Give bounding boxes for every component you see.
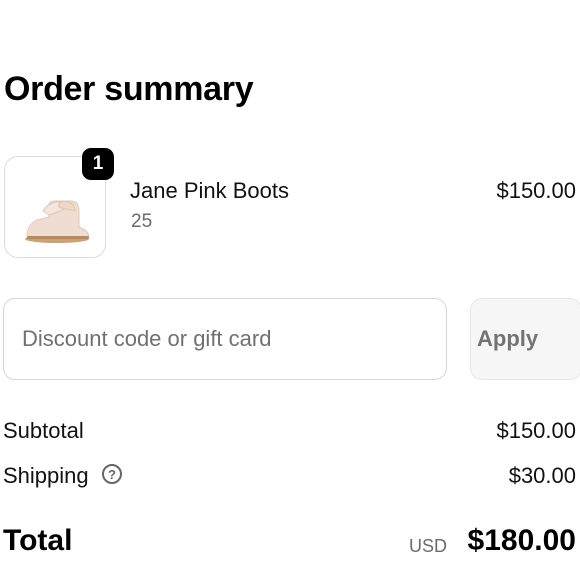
product-name: Jane Pink Boots — [130, 178, 289, 203]
total-value: $180.00 — [467, 524, 576, 557]
apply-discount-button[interactable]: Apply — [470, 298, 580, 380]
subtotal-value: $150.00 — [496, 418, 576, 443]
discount-code-input[interactable] — [3, 298, 447, 380]
product-price: $150.00 — [496, 178, 576, 203]
shipping-value: $30.00 — [508, 463, 576, 488]
subtotal-label: Subtotal — [3, 418, 84, 443]
pink-boot-image — [25, 200, 90, 243]
question-circle-icon[interactable]: ? — [102, 464, 122, 484]
shipping-label: Shipping — [3, 463, 89, 488]
currency-code: USD — [409, 536, 448, 556]
quantity-badge: 1 — [82, 148, 114, 180]
total-label: Total — [3, 524, 73, 557]
product-variant: 25 — [131, 211, 153, 232]
order-summary-heading: Order summary — [4, 70, 254, 108]
